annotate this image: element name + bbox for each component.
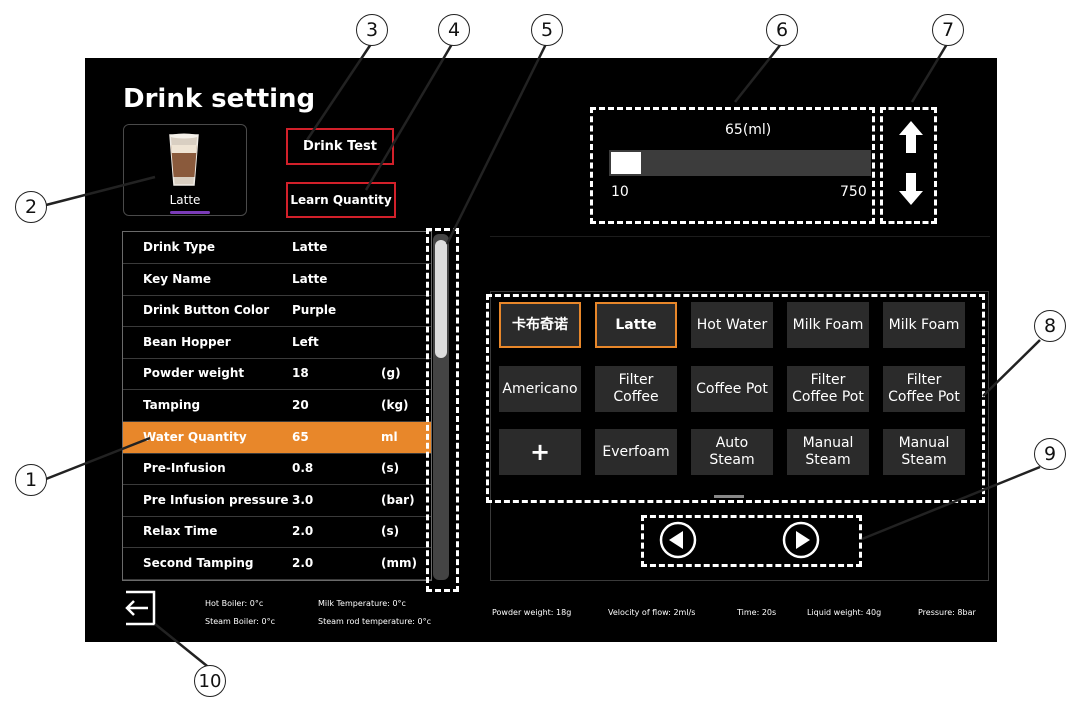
callout-6: 6 [766, 14, 798, 46]
callout-3: 3 [356, 14, 388, 46]
callout-7: 7 [932, 14, 964, 46]
callout-2: 2 [15, 191, 47, 223]
callout-9: 9 [1034, 438, 1066, 470]
callout-4: 4 [438, 14, 470, 46]
callout-5: 5 [531, 14, 563, 46]
callout-10: 10 [194, 665, 226, 697]
callout-8: 8 [1034, 310, 1066, 342]
callout-lines [45, 43, 1041, 671]
callout-1: 1 [15, 464, 47, 496]
